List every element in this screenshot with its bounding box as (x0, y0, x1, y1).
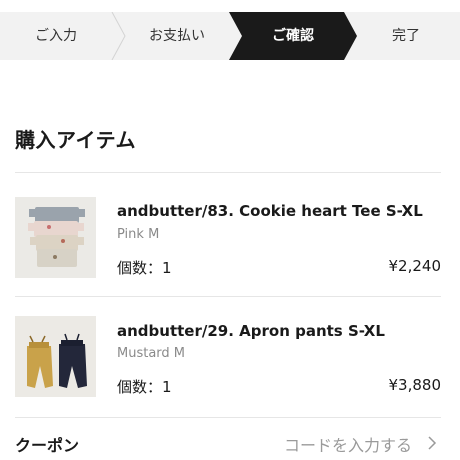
product-thumbnail (15, 197, 96, 278)
purchase-items-title: 購入アイテム (15, 128, 136, 152)
cart-item: andbutter/83. Cookie heart Tee S-XL Pink… (0, 173, 460, 293)
coupon-code-input[interactable]: コードを入力する (284, 432, 412, 456)
item-name[interactable]: andbutter/29. Apron pants S-XL (117, 322, 385, 340)
item-variant: Mustard M (117, 346, 186, 361)
checkout-confirm-page: ご入力 お支払い ご確認 完了 購入アイテム andbutter/83. Coo… (0, 0, 460, 460)
step-confirm: ご確認 (272, 28, 314, 44)
step-payment: お支払い (149, 28, 205, 44)
item-variant: Pink M (117, 227, 160, 242)
cart-item: andbutter/29. Apron pants S-XL Mustard M… (0, 297, 460, 417)
step-complete: 完了 (392, 28, 420, 44)
product-thumbnail (15, 316, 96, 397)
item-quantity: 個数：1 (117, 378, 172, 396)
item-quantity: 個数：1 (117, 259, 172, 277)
coupon-label: クーポン (15, 436, 80, 455)
step-input: ご入力 (35, 28, 77, 44)
checkout-stepper: ご入力 お支払い ご確認 完了 (0, 12, 460, 60)
item-price: ¥3,880 (388, 376, 442, 394)
item-name[interactable]: andbutter/83. Cookie heart Tee S-XL (117, 202, 423, 220)
coupon-row[interactable]: クーポン コードを入力する (0, 418, 460, 460)
item-price: ¥2,240 (388, 257, 442, 275)
chevron-right-icon (428, 436, 437, 450)
